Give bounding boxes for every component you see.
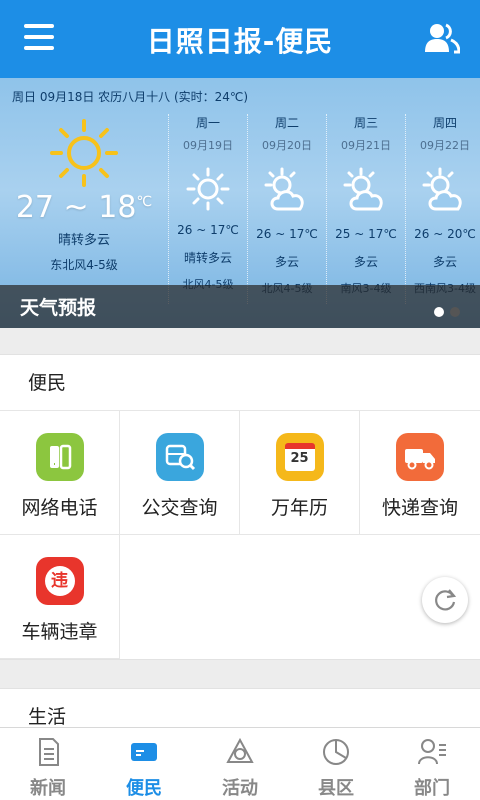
forecast-condition: 多云 [432,255,457,269]
tab-label: 新闻 [30,778,66,799]
weather-caption: 天气预报 [20,297,97,319]
today-wind: 东北风4-5级 [50,258,118,272]
calendar-icon: 25 [275,433,324,481]
forecast-day-name: 周二 [274,116,299,130]
violation-icon: 违 [35,557,84,605]
forecast-day: 周三 09月21日 25 ~ 17℃ 多云 南风3-4级 [326,114,405,304]
tab-label: 县区 [318,778,354,799]
forecast-range: 26 ~ 20℃ [414,227,476,241]
today-weather: 27 ~ 18℃ 晴转多云 东北风4-5级 [0,118,168,273]
tab-label: 活动 [222,778,258,799]
department-icon [418,739,446,765]
calendar-day-number: 25 [284,443,315,471]
pie-icon [323,739,349,765]
delivery-truck-icon [396,433,444,481]
bottom-tab-bar: 新闻 便民 活动 县区 部门 [0,727,480,800]
forecast-date: 09月21日 [341,139,391,152]
service-bus-query[interactable]: 公交查询 [120,411,240,535]
bus-search-icon [155,433,204,481]
service-express-query[interactable]: 快递查询 [360,411,480,535]
forecast-condition: 多云 [353,255,378,269]
partly-cloudy-icon [422,167,462,211]
card-icon [131,743,157,761]
partly-cloudy-icon [343,167,383,211]
tab-department[interactable]: 部门 [384,728,480,800]
today-temperature: 27 ~ 18℃ [15,190,153,225]
carousel-dot[interactable] [450,307,460,317]
forecast-date: 09月20日 [262,139,312,152]
sun-icon [50,119,118,187]
forecast-day: 周二 09月20日 26 ~ 17℃ 多云 北风4-5级 [247,114,326,304]
service-label: 快递查询 [381,497,458,519]
tab-news[interactable]: 新闻 [0,728,96,800]
forecast-date: 09月19日 [183,139,233,152]
tab-county[interactable]: 县区 [288,728,384,800]
bianmin-section: 便民 网络电话 公交查询 25 万年历 快递查询 违 车辆违章 [0,354,480,660]
phone-icon [35,433,84,481]
forecast-condition: 多云 [274,255,299,269]
forecast-day-name: 周一 [195,116,220,130]
forecast-date: 09月22日 [420,139,470,152]
app-header: 日照日报-便民 [0,0,480,78]
tab-bianmin[interactable]: 便民 [96,728,192,800]
sun-icon [186,167,230,211]
activity-icon [226,737,254,763]
service-label: 车辆违章 [21,621,98,643]
service-grid: 网络电话 公交查询 25 万年历 快递查询 违 车辆违章 [0,411,480,659]
violation-badge: 违 [44,566,75,596]
service-label: 公交查询 [141,497,218,519]
weather-caption-bar: 天气预报 [0,285,480,328]
service-label: 万年历 [270,497,328,519]
app-title: 日照日报-便民 [146,25,334,58]
tab-label: 便民 [126,778,162,799]
today-condition: 晴转多云 [57,233,110,248]
forecast-list: 周一 09月19日 26 ~ 17℃ 晴转多云 北风4-5级 周二 09月20日 [168,114,480,304]
weather-date-line: 周日 09月18日 农历八月十八 (实时：24℃) [12,90,249,104]
news-icon [39,738,59,766]
refresh-icon [435,589,457,611]
carousel-dots [428,302,460,321]
forecast-day-name: 周四 [432,116,457,130]
forecast-range: 26 ~ 17℃ [256,227,318,241]
forecast-range: 26 ~ 17℃ [177,223,239,237]
forecast-day: 周四 09月22日 26 ~ 20℃ 多云 西南风3-4级 [405,114,480,304]
weather-panel[interactable]: 周日 09月18日 农历八月十八 (实时：24℃) 27 ~ 18℃ 晴转多云 … [0,78,480,328]
service-network-phone[interactable]: 网络电话 [0,411,120,535]
refresh-button[interactable] [422,577,468,623]
forecast-range: 25 ~ 17℃ [335,227,397,241]
forecast-day: 周一 09月19日 26 ~ 17℃ 晴转多云 北风4-5级 [168,114,247,304]
section-heading: 便民 [0,355,480,411]
partly-cloudy-icon [264,167,304,211]
forecast-condition: 晴转多云 [183,251,232,265]
service-vehicle-violation[interactable]: 违 车辆违章 [0,535,120,659]
service-label: 网络电话 [21,497,98,519]
tab-label: 部门 [414,778,450,799]
service-calendar[interactable]: 25 万年历 [240,411,360,535]
forecast-day-name: 周三 [353,116,378,130]
tab-activity[interactable]: 活动 [192,728,288,800]
user-profile-icon[interactable] [424,22,460,54]
carousel-dot[interactable] [434,307,444,317]
